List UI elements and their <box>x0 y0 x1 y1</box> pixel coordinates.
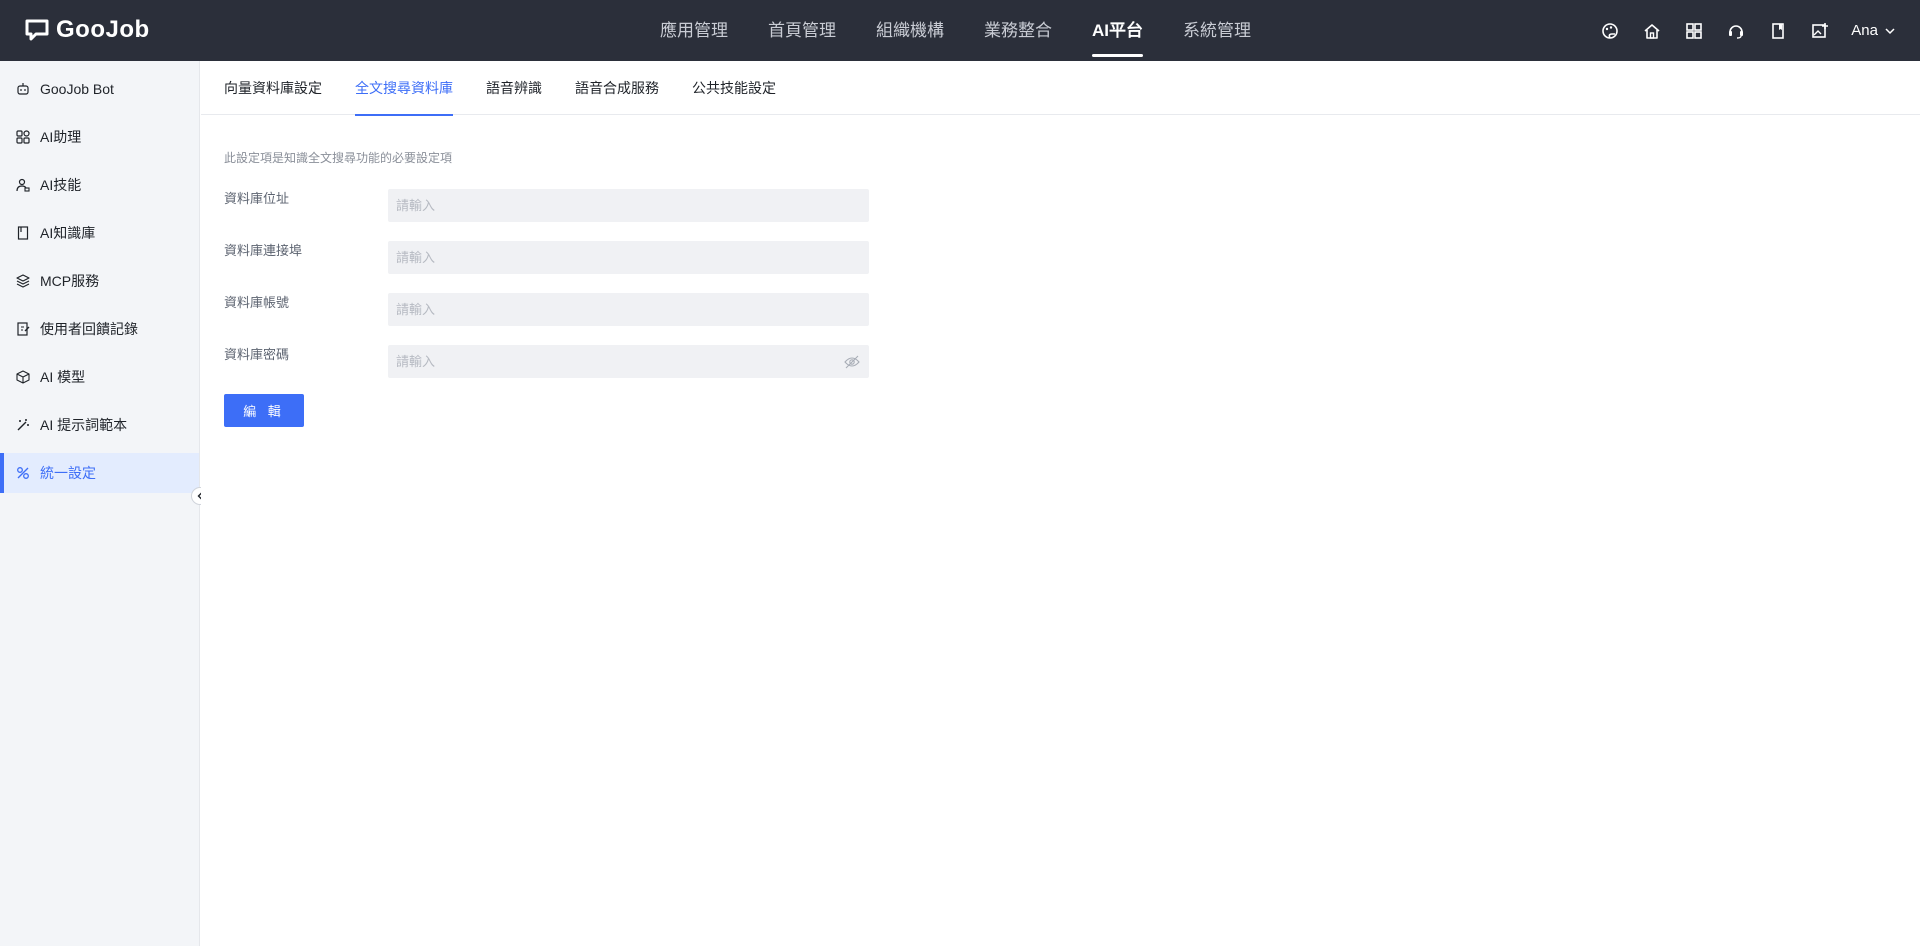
sidebar-item-label: AI技能 <box>40 177 82 193</box>
topnav-item-app-management[interactable]: 應用管理 <box>660 0 728 61</box>
form-row-db-address: 資料庫位址 <box>224 189 884 223</box>
top-navigation: 應用管理 首頁管理 組織機構 業務整合 AI平台 系統管理 <box>660 0 1291 61</box>
db-password-label: 資料庫密碼 <box>224 347 290 362</box>
book-icon <box>16 226 30 240</box>
tab-fulltext-search-database[interactable]: 全文搜尋資料庫 <box>355 61 453 116</box>
topnav-item-homepage-management[interactable]: 首頁管理 <box>768 0 836 61</box>
user-menu[interactable]: Ana <box>1851 22 1896 39</box>
tab-speech-recognition[interactable]: 語音辨識 <box>486 61 542 115</box>
home-icon[interactable] <box>1641 20 1663 42</box>
form-description: 此設定項是知識全文搜尋功能的必要設定項 <box>224 151 453 165</box>
magic-icon <box>16 418 30 432</box>
db-address-label: 資料庫位址 <box>224 191 290 206</box>
db-port-input[interactable] <box>388 241 869 274</box>
db-account-label: 資料庫帳號 <box>224 295 290 310</box>
sidebar-item-label: GooJob Bot <box>40 81 114 97</box>
apps-grid-icon[interactable] <box>1683 20 1705 42</box>
eye-off-icon[interactable] <box>844 354 860 370</box>
sidebar-item-label: AI 模型 <box>40 369 86 385</box>
db-password-input[interactable] <box>388 345 869 378</box>
top-bar: GooJob 應用管理 首頁管理 組織機構 業務整合 AI平台 系統管理 Ana <box>0 0 1920 61</box>
topnav-item-organization[interactable]: 組織機構 <box>876 0 944 61</box>
image-add-icon[interactable] <box>1809 20 1831 42</box>
chevron-down-icon <box>1885 27 1895 34</box>
tab-vector-database[interactable]: 向量資料庫設定 <box>224 61 322 115</box>
sidebar-item-label: AI知識庫 <box>40 225 96 241</box>
sidebar-item-label: AI助理 <box>40 129 82 145</box>
topnav-item-business-integration[interactable]: 業務整合 <box>984 0 1052 61</box>
sidebar-item-ai-model[interactable]: AI 模型 <box>0 357 199 397</box>
main-content: 向量資料庫設定 全文搜尋資料庫 語音辨識 語音合成服務 公共技能設定 此設定項是… <box>201 61 1920 946</box>
form-row-db-account: 資料庫帳號 <box>224 293 884 327</box>
tab-public-skills[interactable]: 公共技能設定 <box>692 61 776 115</box>
sidebar-item-ai-assistant[interactable]: AI助理 <box>0 117 199 157</box>
app-logo[interactable]: GooJob <box>24 15 150 45</box>
feedback-icon <box>16 322 30 336</box>
sidebar-item-ai-prompt-templates[interactable]: AI 提示詞範本 <box>0 405 199 445</box>
sidebar-item-ai-skills[interactable]: AI技能 <box>0 165 199 205</box>
sidebar-item-goojob-bot[interactable]: GooJob Bot <box>0 69 199 109</box>
palette-icon[interactable] <box>1599 20 1621 42</box>
user-name: Ana <box>1851 22 1878 39</box>
cube-icon <box>16 370 30 384</box>
tab-speech-synthesis[interactable]: 語音合成服務 <box>575 61 659 115</box>
layers-icon <box>16 274 30 288</box>
bot-icon <box>16 82 30 96</box>
db-address-input[interactable] <box>388 189 869 222</box>
topnav-item-system-management[interactable]: 系統管理 <box>1183 0 1251 61</box>
topnav-item-ai-platform[interactable]: AI平台 <box>1092 0 1143 61</box>
form-row-db-port: 資料庫連接埠 <box>224 241 884 275</box>
db-account-input[interactable] <box>388 293 869 326</box>
settings-tabs: 向量資料庫設定 全文搜尋資料庫 語音辨識 語音合成服務 公共技能設定 <box>201 61 1920 116</box>
sidebar-item-label: AI 提示詞範本 <box>40 417 128 433</box>
sidebar-item-label: 使用者回饋記錄 <box>40 321 138 337</box>
sidebar-item-unified-settings[interactable]: 統一設定 <box>0 453 199 493</box>
sidebar-item-label: MCP服務 <box>40 273 100 289</box>
form-row-db-password: 資料庫密碼 <box>224 345 884 379</box>
logo-chat-icon <box>25 19 49 41</box>
top-toolbar: Ana <box>1579 0 1896 61</box>
db-port-label: 資料庫連接埠 <box>224 243 303 258</box>
sidebar: GooJob Bot AI助理 AI技能 AI知識庫 MCP服務 使用者回饋記錄… <box>0 61 200 946</box>
skill-icon <box>16 178 30 192</box>
grid-icon <box>16 130 30 144</box>
edit-button[interactable]: 編 輯 <box>224 394 304 427</box>
logo-text: GooJob <box>56 16 150 43</box>
sidebar-item-mcp-service[interactable]: MCP服務 <box>0 261 199 301</box>
headset-icon[interactable] <box>1725 20 1747 42</box>
sidebar-item-ai-knowledge-base[interactable]: AI知識庫 <box>0 213 199 253</box>
sidebar-item-label: 統一設定 <box>40 465 96 481</box>
book-icon[interactable] <box>1767 20 1789 42</box>
sidebar-item-user-feedback[interactable]: 使用者回饋記錄 <box>0 309 199 349</box>
settings-icon <box>16 466 30 480</box>
